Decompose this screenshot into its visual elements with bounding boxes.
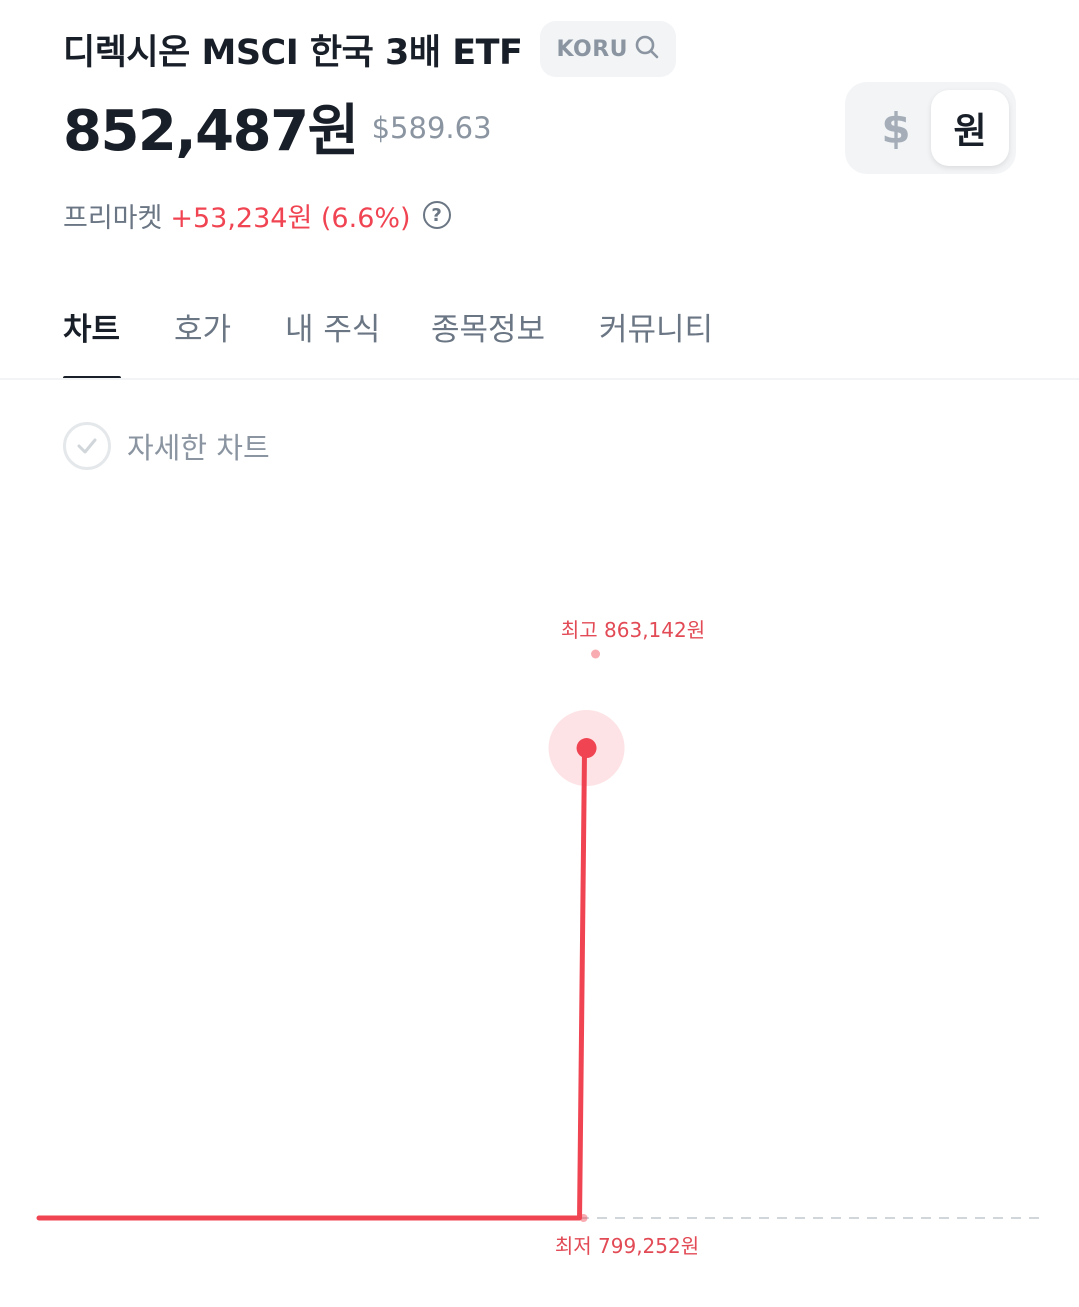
high-marker bbox=[591, 649, 601, 659]
low-marker bbox=[579, 1214, 588, 1222]
tab-stock-info[interactable]: 종목정보 bbox=[431, 300, 545, 352]
tabs-divider bbox=[0, 378, 1079, 380]
premarket-label: 프리마켓 bbox=[63, 202, 163, 234]
price-line bbox=[36, 745, 588, 1221]
currency-toggle[interactable]: $ 원 bbox=[845, 82, 1016, 174]
chart-svg: 최고 863,142원 최저 799,252원 bbox=[36, 618, 1040, 1258]
tab-chart[interactable]: 차트 bbox=[63, 300, 120, 352]
tab-community[interactable]: 커뮤니티 bbox=[599, 300, 713, 352]
premarket-change: +53,234원 (6.6%) bbox=[170, 202, 411, 234]
current-price-dot bbox=[576, 738, 597, 759]
help-icon[interactable]: ? bbox=[422, 201, 451, 229]
tab-my-stock[interactable]: 내 주식 bbox=[285, 300, 380, 352]
ticker-symbol: KORU bbox=[556, 36, 629, 62]
price-chart[interactable]: 최고 863,142원 최저 799,252원 bbox=[0, 500, 1079, 1300]
search-icon bbox=[634, 34, 660, 64]
premarket-row: 프리마켓 +53,234원 (6.6%) ? bbox=[63, 194, 451, 236]
detail-chart-label: 자세한 차트 bbox=[127, 431, 270, 465]
stock-title: 디렉시온 MSCI 한국 3배 ETF bbox=[63, 32, 523, 73]
title-row: 디렉시온 MSCI 한국 3배 ETF KORU bbox=[63, 20, 677, 78]
tab-bar: 차트 호가 내 주식 종목정보 커뮤니티 bbox=[0, 300, 1079, 380]
check-icon[interactable] bbox=[63, 422, 111, 470]
low-price-label: 최저 799,252원 bbox=[555, 1234, 699, 1258]
price-krw: 852,487원 bbox=[63, 98, 359, 164]
detail-chart-toggle[interactable]: 자세한 차트 bbox=[63, 420, 270, 472]
price-usd: $589.63 bbox=[371, 111, 492, 145]
high-price-label: 최고 863,142원 bbox=[561, 618, 705, 642]
price-row: 852,487원 $589.63 bbox=[63, 90, 492, 164]
ticker-search-chip[interactable]: KORU bbox=[540, 21, 677, 77]
tab-orderbook[interactable]: 호가 bbox=[174, 300, 231, 352]
currency-dollar-option[interactable]: $ bbox=[861, 90, 931, 166]
currency-won-option[interactable]: 원 bbox=[931, 90, 1009, 166]
